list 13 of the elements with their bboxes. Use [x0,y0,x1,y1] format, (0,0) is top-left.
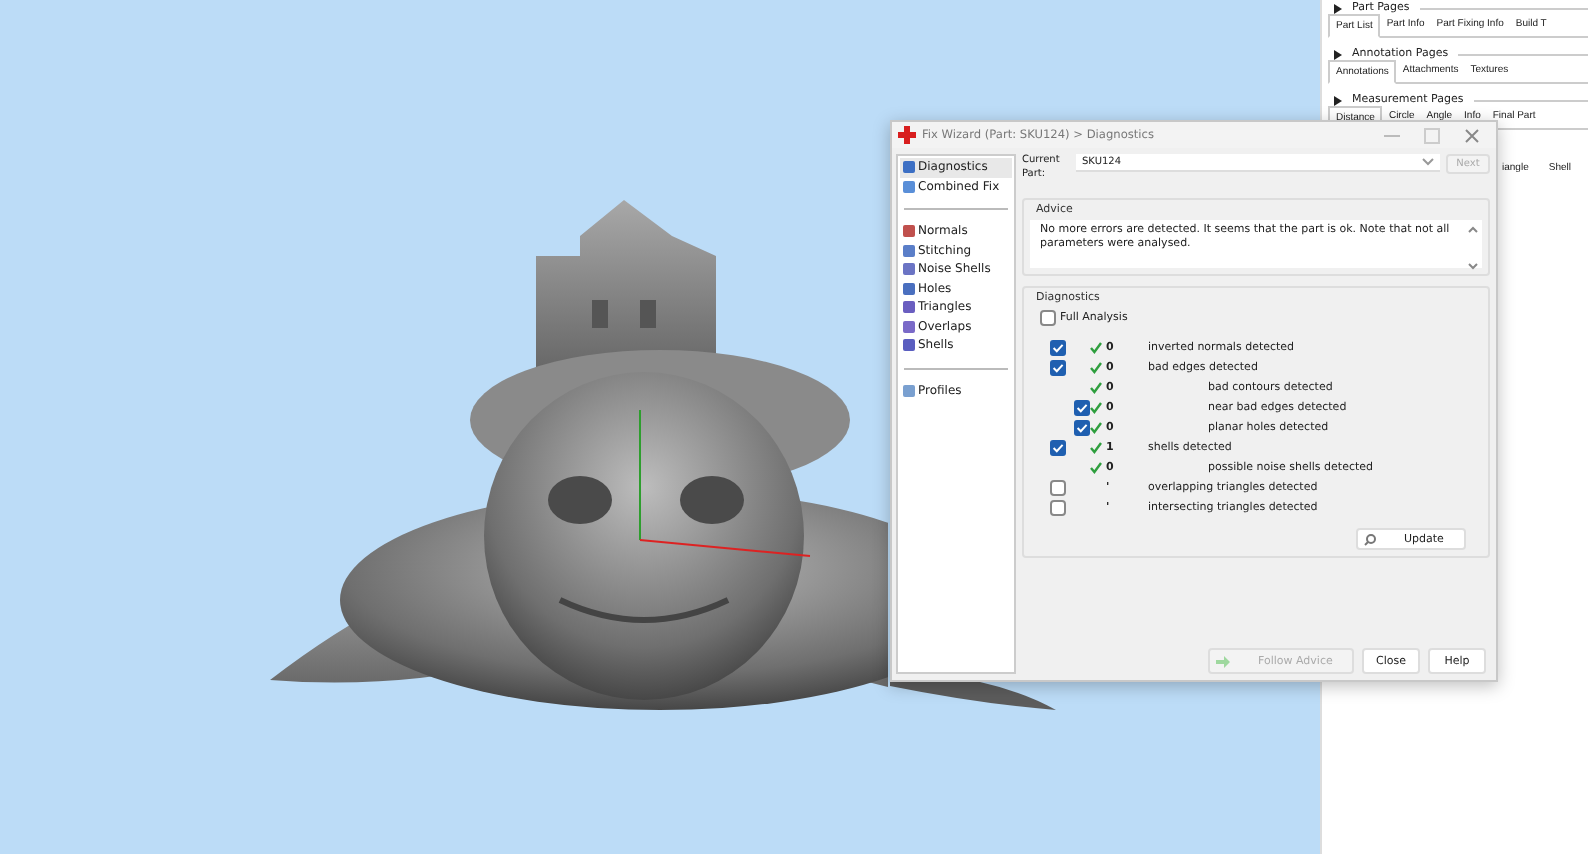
expand-triangle-icon [1334,95,1342,105]
tool-icon [902,383,916,398]
expand-triangle-icon [1334,49,1342,59]
arrow-right-icon [1216,655,1230,667]
search-icon [1364,533,1376,545]
checkbox[interactable] [1050,500,1066,516]
axis-gizmo-icon [639,409,811,557]
scrollbar-icon [1468,224,1478,272]
chevron-down-icon [1422,158,1434,166]
checkbox[interactable] [1040,309,1056,325]
expand-triangle-icon [1334,3,1342,13]
cross-icon [898,126,916,144]
checkbox[interactable] [1050,480,1066,496]
